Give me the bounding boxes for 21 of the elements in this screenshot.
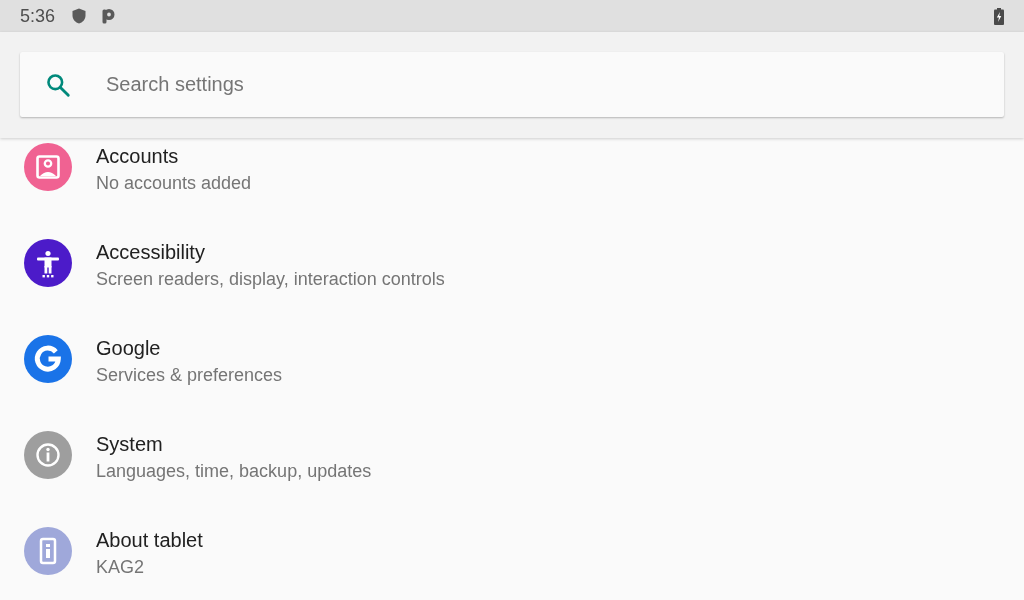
item-summary: KAG2	[96, 556, 145, 579]
status-time: 5:36	[20, 5, 56, 27]
item-summary: Services & preferences	[96, 364, 283, 387]
item-summary: Screen readers, display, interaction controls	[96, 268, 445, 291]
item-summary: Languages, time, backup, updates	[96, 460, 372, 483]
settings-item[interactable]: About tablet KAG2	[0, 522, 1024, 600]
item-title: Accounts	[96, 144, 179, 168]
settings-item[interactable]: Google Services & preferences	[0, 330, 1024, 426]
settings-item[interactable]: System Languages, time, backup, updates	[0, 426, 1024, 522]
battery-charging-icon	[994, 7, 1004, 25]
settings-item[interactable]: Accounts No accounts added	[0, 138, 1024, 234]
search-field[interactable]: Search settings	[20, 52, 1004, 117]
item-title: System	[96, 432, 163, 456]
item-summary: No accounts added	[96, 172, 252, 195]
item-title: Google	[96, 336, 161, 360]
search-icon	[45, 72, 71, 98]
shield-icon	[72, 8, 87, 24]
settings-item[interactable]: Accessibility Screen readers, display, interaction controls	[0, 234, 1024, 330]
item-title: About tablet	[96, 528, 203, 552]
item-title: Accessibility	[96, 240, 205, 264]
p-icon	[102, 8, 116, 24]
